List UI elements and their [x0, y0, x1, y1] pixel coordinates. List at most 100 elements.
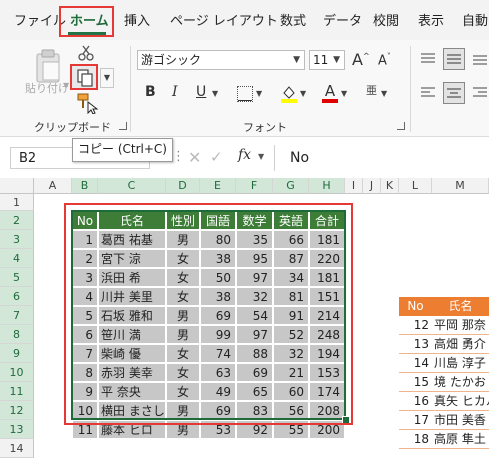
group-separator	[130, 46, 131, 132]
font-size-dropdown[interactable]: 11 ▼	[309, 50, 345, 70]
no-cell[interactable]: 14	[399, 354, 432, 373]
row-header[interactable]: 5	[0, 268, 34, 287]
group-separator	[410, 46, 411, 132]
ribbon-tab-bar: ファイル ホーム 挿入 ページ レイアウト 数式 データ 校閲 表示 自動	[0, 0, 489, 40]
format-painter-icon[interactable]	[76, 92, 99, 117]
row-header[interactable]: 13	[0, 420, 34, 439]
chevron-down-icon[interactable]: ▼	[258, 152, 264, 161]
furigana-button[interactable]: 亜	[366, 82, 377, 98]
paste-button[interactable]	[31, 48, 65, 84]
fill-dropdown-icon[interactable]: ▼	[300, 89, 306, 98]
tab-view[interactable]: 表示	[418, 10, 444, 29]
column-header[interactable]: A	[34, 178, 72, 194]
row-header[interactable]: 12	[0, 401, 34, 420]
name-cell[interactable]: 市田 美香	[432, 411, 489, 430]
tab-formulas[interactable]: 数式	[280, 10, 306, 29]
font-color-dropdown-icon[interactable]: ▼	[341, 89, 347, 98]
column-header[interactable]: F	[236, 178, 273, 194]
insert-function-button[interactable]: fx	[238, 147, 251, 163]
no-cell[interactable]: 12	[399, 316, 432, 335]
no-cell[interactable]: 15	[399, 373, 432, 392]
align-middle-icon[interactable]	[443, 48, 465, 70]
more-options-icon[interactable]: ⋮	[172, 149, 185, 164]
align-bottom-icon[interactable]	[472, 52, 488, 69]
column-header[interactable]: K	[381, 178, 399, 194]
cut-icon[interactable]	[77, 44, 95, 65]
column-header[interactable]: I	[345, 178, 363, 194]
font-color-letter: A	[324, 82, 336, 100]
fill-color-button[interactable]	[281, 84, 297, 104]
font-size-value: 11	[313, 53, 329, 67]
name-cell[interactable]: 平岡 那奈	[432, 316, 489, 335]
tab-insert[interactable]: 挿入	[124, 10, 150, 29]
align-right-icon[interactable]	[472, 86, 488, 103]
font-color-button[interactable]: A	[322, 82, 338, 104]
name-cell[interactable]: 川島 淳子	[432, 354, 489, 373]
font-name-dropdown[interactable]: 游ゴシック ▼	[137, 50, 305, 70]
copy-dropdown-icon[interactable]: ▼	[100, 68, 114, 88]
no-cell[interactable]: 17	[399, 411, 432, 430]
clipboard-launcher-icon[interactable]	[119, 122, 127, 130]
italic-button[interactable]: I	[172, 84, 178, 100]
no-cell[interactable]: 18	[399, 430, 432, 449]
align-center-icon[interactable]	[443, 82, 465, 104]
name-box-value: B2	[19, 151, 37, 166]
column-header[interactable]: G	[273, 178, 309, 194]
column-header[interactable]: E	[200, 178, 236, 194]
paste-icon	[36, 49, 60, 83]
name-cell[interactable]: 高畑 勇介	[432, 335, 489, 354]
align-left-icon[interactable]	[420, 86, 436, 103]
name-cell[interactable]: 境 たかお	[432, 373, 489, 392]
align-top-icon[interactable]	[420, 52, 436, 69]
copy-button[interactable]	[70, 64, 98, 90]
enter-icon[interactable]: ✓	[210, 148, 223, 166]
furigana-dropdown-icon[interactable]: ▼	[381, 89, 387, 98]
row-header[interactable]: 3	[0, 230, 34, 249]
column-header[interactable]: B	[72, 178, 98, 194]
highlight-color-swatch	[281, 99, 297, 103]
borders-icon[interactable]	[237, 86, 253, 102]
shrink-font-label: A	[378, 53, 387, 69]
clipboard-group-label: クリップボード	[34, 121, 111, 134]
tab-review[interactable]: 校閲	[373, 10, 399, 29]
shrink-font-button[interactable]: A˅	[378, 52, 391, 68]
underline-dropdown-icon[interactable]: ▼	[212, 89, 218, 98]
row-header[interactable]: 8	[0, 325, 34, 344]
tab-page-layout[interactable]: ページ レイアウト	[170, 10, 278, 29]
font-color-swatch	[322, 99, 338, 103]
table-header-cell[interactable]: 氏名	[432, 297, 489, 316]
no-cell[interactable]: 16	[399, 392, 432, 411]
row-header[interactable]: 4	[0, 249, 34, 268]
column-header[interactable]: M	[432, 178, 489, 194]
tab-automate[interactable]: 自動	[462, 10, 488, 29]
row-header[interactable]: 1	[0, 194, 34, 211]
select-all-corner[interactable]	[0, 178, 34, 194]
column-header[interactable]: C	[98, 178, 166, 194]
underline-button[interactable]: U	[196, 84, 206, 100]
grow-font-label: A	[352, 50, 363, 69]
column-header[interactable]: J	[363, 178, 381, 194]
column-header[interactable]: L	[399, 178, 432, 194]
table-header-cell[interactable]: No	[399, 297, 432, 316]
font-launcher-icon[interactable]	[397, 122, 405, 130]
tab-data[interactable]: データ	[323, 10, 362, 29]
bold-button[interactable]: B	[145, 84, 156, 100]
row-header[interactable]: 14	[0, 439, 34, 458]
row-header[interactable]: 11	[0, 382, 34, 401]
column-header[interactable]: D	[166, 178, 200, 194]
grow-font-button[interactable]: A^	[352, 50, 370, 69]
column-header[interactable]: H	[309, 178, 345, 194]
name-cell[interactable]: 真矢 ヒカル	[432, 392, 489, 411]
name-cell[interactable]: 高原 隼土	[432, 430, 489, 449]
cancel-icon[interactable]: ✕	[188, 148, 201, 167]
divider	[274, 145, 275, 171]
row-header[interactable]: 9	[0, 344, 34, 363]
row-header[interactable]: 2	[0, 211, 34, 230]
formula-input[interactable]: No	[290, 150, 309, 166]
row-header[interactable]: 7	[0, 306, 34, 325]
borders-dropdown-icon[interactable]: ▼	[256, 89, 262, 98]
row-header[interactable]: 6	[0, 287, 34, 306]
paste-dropdown-icon[interactable]: ▼	[63, 81, 69, 90]
no-cell[interactable]: 13	[399, 335, 432, 354]
row-header[interactable]: 10	[0, 363, 34, 382]
